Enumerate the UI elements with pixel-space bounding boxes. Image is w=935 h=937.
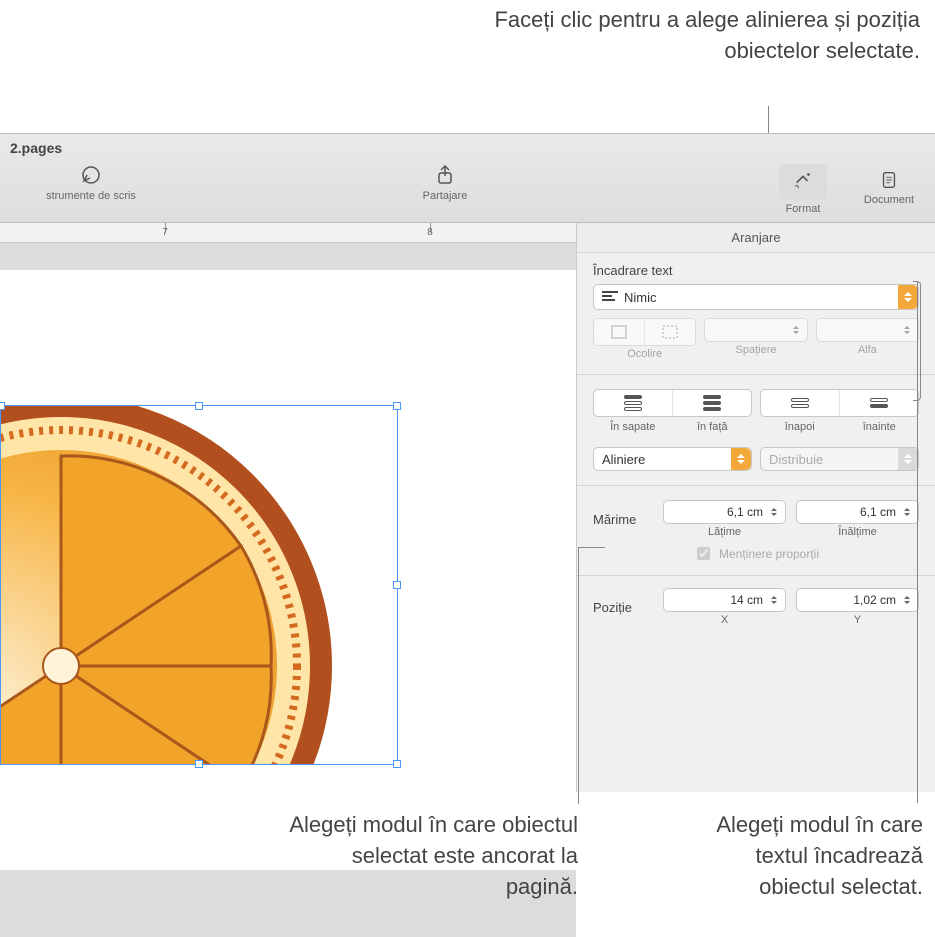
leader-align — [578, 547, 579, 804]
document-title: 2.pages — [10, 140, 62, 156]
format-tab-label: Format — [786, 203, 821, 215]
text-fit-segment[interactable] — [593, 318, 696, 346]
bring-forward-button[interactable] — [840, 390, 918, 416]
bring-to-front-button[interactable] — [673, 390, 751, 416]
inspector-tab-arrange[interactable]: Aranjare — [577, 223, 935, 253]
layer-front-label: în față — [673, 421, 753, 433]
inspector-panel: Aranjare Încadrare text Nimic Ocolire Sp… — [576, 223, 935, 792]
constrain-label: Menținere proporții — [719, 547, 819, 561]
dropdown-arrow-icon — [731, 448, 751, 470]
callout-top: Faceți clic pentru a alege alinierea și … — [480, 5, 920, 67]
layer-back-front-segment[interactable] — [593, 389, 752, 417]
ruler-tick-7: 7 — [162, 227, 168, 238]
image-content — [1, 406, 397, 764]
y-value: 1,02 cm — [853, 593, 896, 607]
x-label: X — [663, 614, 786, 626]
ruler: 7 8 — [0, 223, 576, 243]
wrap-none-icon — [602, 291, 618, 303]
leader-wrap — [917, 281, 918, 803]
document-tab-button[interactable]: Document — [849, 164, 929, 206]
leader-align-h — [578, 547, 605, 548]
size-section-label: Mărime — [593, 512, 653, 527]
distribute-popup[interactable]: Distribuie — [760, 447, 919, 471]
constrain-checkbox-input[interactable] — [697, 547, 710, 560]
share-label: Partajare — [423, 190, 468, 202]
y-label: Y — [796, 614, 919, 626]
ruler-tick-8: 8 — [427, 227, 433, 238]
layer-backward-forward-segment[interactable] — [760, 389, 919, 417]
callout-bottom-left: Alegeți modul în care obiectul selectat … — [278, 810, 578, 902]
spacing-stepper[interactable] — [704, 318, 807, 342]
text-wrap-value: Nimic — [624, 290, 657, 305]
text-fit-label: Ocolire — [593, 348, 696, 360]
resize-handle-bm[interactable] — [195, 760, 203, 768]
writing-tools-button[interactable]: strumente de scris — [16, 164, 166, 202]
layer-forward-label: înainte — [840, 421, 920, 433]
alpha-label: Alfa — [816, 344, 919, 356]
x-value: 14 cm — [730, 593, 763, 607]
writing-tools-label: strumente de scris — [46, 190, 136, 202]
align-popup-label: Aliniere — [602, 452, 645, 467]
resize-handle-tm[interactable] — [195, 402, 203, 410]
resize-handle-tl[interactable] — [0, 402, 5, 410]
width-value: 6,1 cm — [727, 505, 763, 519]
resize-handle-br[interactable] — [393, 760, 401, 768]
dropdown-arrow-icon — [898, 448, 918, 470]
layer-backward-label: înapoi — [760, 421, 840, 433]
width-label: Lățime — [663, 526, 786, 538]
height-stepper[interactable]: 6,1 cm — [796, 500, 919, 524]
alpha-stepper[interactable] — [816, 318, 919, 342]
y-stepper[interactable]: 1,02 cm — [796, 588, 919, 612]
layer-back-label: În sapate — [593, 421, 673, 433]
inspector-tab-arrange-label: Aranjare — [731, 230, 780, 245]
text-wrap-label: Încadrare text — [593, 263, 919, 278]
height-value: 6,1 cm — [860, 505, 896, 519]
share-button[interactable]: Partajare — [370, 164, 520, 202]
send-backward-button[interactable] — [761, 390, 840, 416]
send-to-back-button[interactable] — [594, 390, 673, 416]
constrain-proportions-checkbox[interactable]: Menținere proporții — [593, 544, 919, 563]
selected-object[interactable] — [0, 405, 398, 765]
format-tab-button[interactable]: Format — [763, 164, 843, 215]
callout-bottom-right: Alegeți modul în care textul încadrează … — [713, 810, 923, 902]
position-section-label: Poziție — [593, 600, 653, 615]
distribute-popup-label: Distribuie — [769, 452, 823, 467]
x-stepper[interactable]: 14 cm — [663, 588, 786, 612]
titlebar: 2.pages strumente de scris Partajare For… — [0, 133, 935, 223]
align-popup[interactable]: Aliniere — [593, 447, 752, 471]
spacing-label: Spațiere — [704, 344, 807, 356]
width-stepper[interactable]: 6,1 cm — [663, 500, 786, 524]
resize-handle-mr[interactable] — [393, 581, 401, 589]
document-tab-label: Document — [864, 194, 914, 206]
resize-handle-tr[interactable] — [393, 402, 401, 410]
height-label: Înălțime — [796, 526, 919, 538]
text-wrap-popup[interactable]: Nimic — [593, 284, 919, 310]
